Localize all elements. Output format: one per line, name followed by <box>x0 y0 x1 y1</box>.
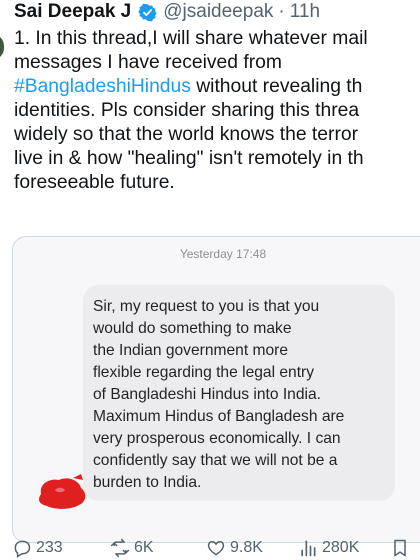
tweet-header: Sai Deepak J @jsaideepak · 11h <box>14 1 320 23</box>
repost-icon <box>110 538 130 558</box>
tweet-line: widely so that the world knows the terro… <box>14 124 359 145</box>
separator-dot: · <box>278 1 285 22</box>
bookmark-icon <box>394 539 406 557</box>
tweet-line: foreseeable future. <box>14 172 175 193</box>
reply-icon <box>14 540 31 558</box>
bookmark-button[interactable] <box>390 538 410 558</box>
reply-count: 233 <box>36 539 63 556</box>
like-count: 9.8K <box>230 539 263 556</box>
message-timestamp: Yesterday 17:48 <box>179 247 267 261</box>
analytics-icon <box>301 540 316 557</box>
message-bubble: Sir, my request to you is that you would… <box>83 285 395 501</box>
like-button[interactable]: 9.8K <box>206 538 263 558</box>
message-text: Sir, my request to you is that you would… <box>93 298 345 491</box>
attached-image[interactable]: Yesterday 17:48 Sir, my request to you i… <box>12 236 420 543</box>
tweet-line: #BangladeshiHindus without revealing th <box>14 76 363 97</box>
tweet-line: messages I have received from <box>14 52 282 73</box>
author-name[interactable]: Sai Deepak J <box>14 1 131 23</box>
repost-count: 6K <box>134 539 154 556</box>
heart-icon <box>207 540 225 556</box>
redaction-scribble <box>39 474 86 509</box>
tweet-time[interactable]: 11h <box>290 1 320 23</box>
tweet-line: live in & how "healing" isn't remotely i… <box>14 148 364 169</box>
tweet-actions: 233 6K 9.8K 280K <box>0 538 420 560</box>
avatar[interactable] <box>0 34 4 60</box>
verified-badge-icon <box>138 3 157 21</box>
tweet-text: 1. In this thread,I will share whatever … <box>14 27 420 195</box>
tweet-line: 1. In this thread,I will share whatever … <box>14 28 368 49</box>
views-button[interactable]: 280K <box>298 538 359 558</box>
author-handle[interactable]: @jsaideepak <box>163 1 273 23</box>
reply-button[interactable]: 233 <box>12 538 63 558</box>
tweet-line: identities. Pls consider sharing this th… <box>14 100 360 121</box>
hashtag-link[interactable]: #BangladeshiHindus <box>14 76 191 97</box>
repost-button[interactable]: 6K <box>110 538 154 558</box>
view-count: 280K <box>322 539 360 556</box>
